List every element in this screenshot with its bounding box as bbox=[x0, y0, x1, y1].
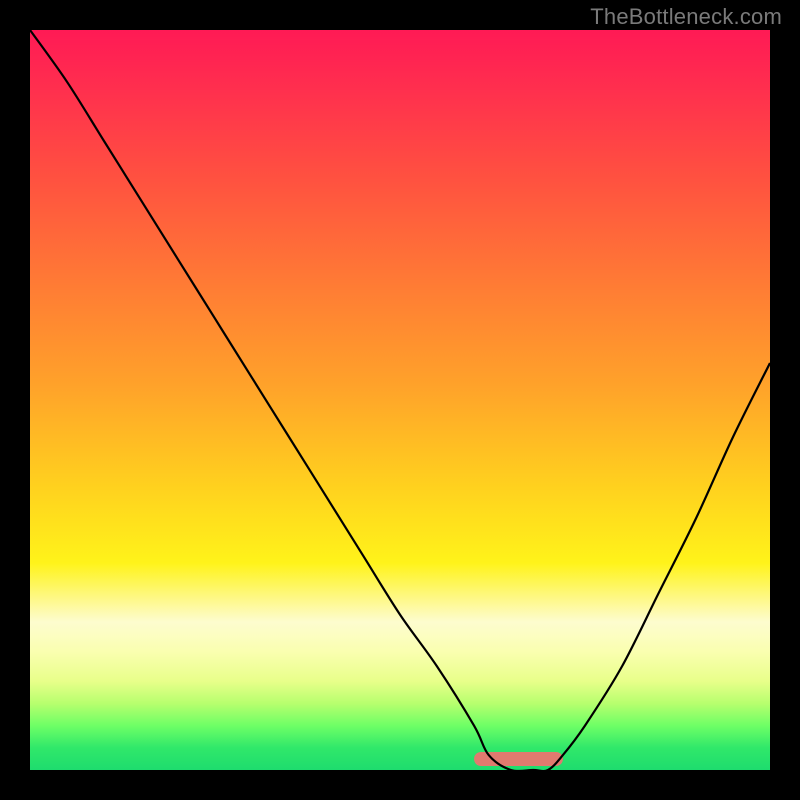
curve-path bbox=[30, 30, 770, 770]
watermark-text: TheBottleneck.com bbox=[590, 4, 782, 30]
bottleneck-curve bbox=[30, 30, 770, 770]
plot-area bbox=[30, 30, 770, 770]
